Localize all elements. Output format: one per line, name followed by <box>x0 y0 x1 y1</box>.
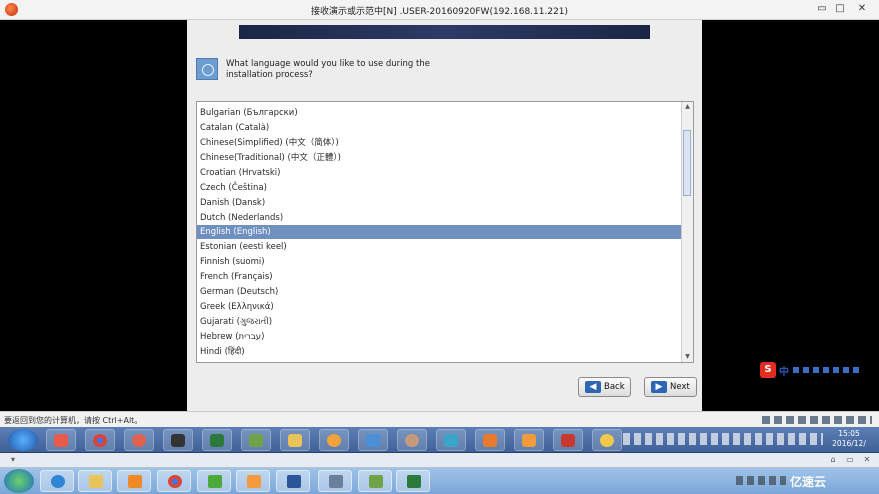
host-task-ie[interactable] <box>40 470 74 492</box>
language-item[interactable]: Catalan (Català) <box>197 121 683 135</box>
language-item[interactable]: Dutch (Nederlands) <box>197 211 683 225</box>
language-item[interactable]: Hindi (हिंदी) <box>197 345 683 359</box>
host-task-chrome[interactable] <box>157 470 191 492</box>
host-taskbar <box>0 468 879 494</box>
language-item[interactable]: Estonian (eesti keel) <box>197 240 683 254</box>
host-home-icon[interactable]: ⌂ <box>828 455 838 465</box>
back-arrow-icon: ◀ <box>585 381 601 393</box>
next-button[interactable]: ▶ Next <box>644 377 697 397</box>
guest-start-button[interactable] <box>8 429 38 451</box>
language-item[interactable]: Bulgarian (Български) <box>197 106 683 120</box>
language-item[interactable]: Chinese(Simplified) (中文（简体）) <box>197 136 683 150</box>
guest-task-chrome[interactable] <box>85 429 115 451</box>
language-item[interactable]: Gujarati (ગુજરાતી) <box>197 315 683 329</box>
language-item[interactable]: Czech (Čeština) <box>197 181 683 195</box>
guest-task-avatar[interactable] <box>397 429 427 451</box>
window-titlebar: 接收演示或示范中[N] .USER-20160920FW(192.168.11.… <box>0 0 879 20</box>
host-task-monitor[interactable] <box>318 470 352 492</box>
host-task-explorer[interactable] <box>78 470 112 492</box>
device-status-icons[interactable] <box>762 416 872 424</box>
language-item[interactable]: Chinese(Traditional) (中文（正體）) <box>197 151 683 165</box>
guest-task-toolbox[interactable] <box>553 429 583 451</box>
host-task-utorrent[interactable] <box>197 470 231 492</box>
release-hint: 要返回到您的计算机，请按 Ctrl+Alt。 <box>4 416 143 425</box>
close-button[interactable]: ✕ <box>853 2 871 16</box>
language-flag-icon <box>196 58 218 80</box>
guest-task-vc[interactable] <box>436 429 466 451</box>
language-list[interactable]: Bulgarian (Български) Catalan (Català) C… <box>196 101 694 363</box>
guest-task-notepad[interactable] <box>241 429 271 451</box>
host-control-strip: ▾ ⌂ ▭ ✕ <box>0 453 879 468</box>
host-restore-icon[interactable]: ▭ <box>845 455 855 465</box>
vm-screen[interactable]: What language would you like to use duri… <box>0 20 879 411</box>
scrollbar-thumb[interactable] <box>683 130 691 196</box>
language-item[interactable]: Hebrew (עברית) <box>197 330 683 344</box>
host-task-vmware[interactable] <box>396 470 430 492</box>
language-item[interactable]: Greek (Ελληνικά) <box>197 300 683 314</box>
guest-task-explorer[interactable] <box>280 429 310 451</box>
guest-task-vmware[interactable] <box>202 429 232 451</box>
guest-task-paint[interactable] <box>46 429 76 451</box>
language-list-scrollbar[interactable]: ▲ ▼ <box>681 102 693 362</box>
language-item[interactable]: French (Français) <box>197 270 683 284</box>
host-task-box[interactable] <box>236 470 270 492</box>
guest-clock-time: 15:05 <box>838 429 860 438</box>
guest-task-network[interactable] <box>358 429 388 451</box>
language-item[interactable]: Croatian (Hrvatski) <box>197 166 683 180</box>
guest-task-camera[interactable] <box>163 429 193 451</box>
back-button-label: Back <box>604 382 625 392</box>
next-button-label: Next <box>670 382 690 392</box>
language-item[interactable]: German (Deutsch) <box>197 285 683 299</box>
language-item-selected[interactable]: English (English) <box>197 225 683 239</box>
guest-task-search[interactable] <box>592 429 622 451</box>
guest-task-foxit[interactable] <box>475 429 505 451</box>
language-item[interactable]: Finnish (suomi) <box>197 255 683 269</box>
vm-status-bar: 要返回到您的计算机，请按 Ctrl+Alt。 <box>0 411 879 427</box>
scroll-up-icon[interactable]: ▲ <box>682 102 693 112</box>
host-tray-icons[interactable] <box>736 476 786 485</box>
host-close-icon[interactable]: ✕ <box>862 455 872 465</box>
host-task-word[interactable] <box>276 470 310 492</box>
sogou-logo-icon: S <box>760 362 776 378</box>
guest-clock[interactable]: 15:05 2016/12/ <box>826 429 872 449</box>
ime-tool-icons[interactable] <box>793 367 863 373</box>
next-arrow-icon: ▶ <box>651 381 667 393</box>
guest-tray-icons[interactable] <box>623 433 823 445</box>
installer-panel: What language would you like to use duri… <box>187 20 702 411</box>
scroll-down-icon[interactable]: ▼ <box>682 352 693 362</box>
minimize-button[interactable]: ▭ <box>813 2 831 16</box>
ime-toolbar[interactable]: S 中 <box>760 362 865 378</box>
back-button[interactable]: ◀ Back <box>578 377 631 397</box>
language-question: What language would you like to use duri… <box>226 59 430 80</box>
guest-task-box[interactable] <box>514 429 544 451</box>
guest-clock-date: 2016/12/ <box>832 439 866 448</box>
window-title: 接收演示或示范中[N] .USER-20160920FW(192.168.11.… <box>310 7 569 17</box>
maximize-button[interactable]: □ <box>831 2 849 16</box>
ime-mode[interactable]: 中 <box>779 363 789 378</box>
language-item[interactable]: Danish (Dansk) <box>197 196 683 210</box>
watermark-logo: 亿速云 <box>790 475 827 489</box>
host-start-button[interactable] <box>4 469 34 493</box>
host-dropdown-icon[interactable]: ▾ <box>8 455 18 465</box>
guest-task-app[interactable] <box>124 429 154 451</box>
host-task-media[interactable] <box>117 470 151 492</box>
host-task-notepad[interactable] <box>358 470 392 492</box>
guest-task-paint-palette[interactable] <box>319 429 349 451</box>
installer-banner <box>239 25 650 39</box>
guest-taskbar: 15:05 2016/12/ <box>0 427 879 453</box>
